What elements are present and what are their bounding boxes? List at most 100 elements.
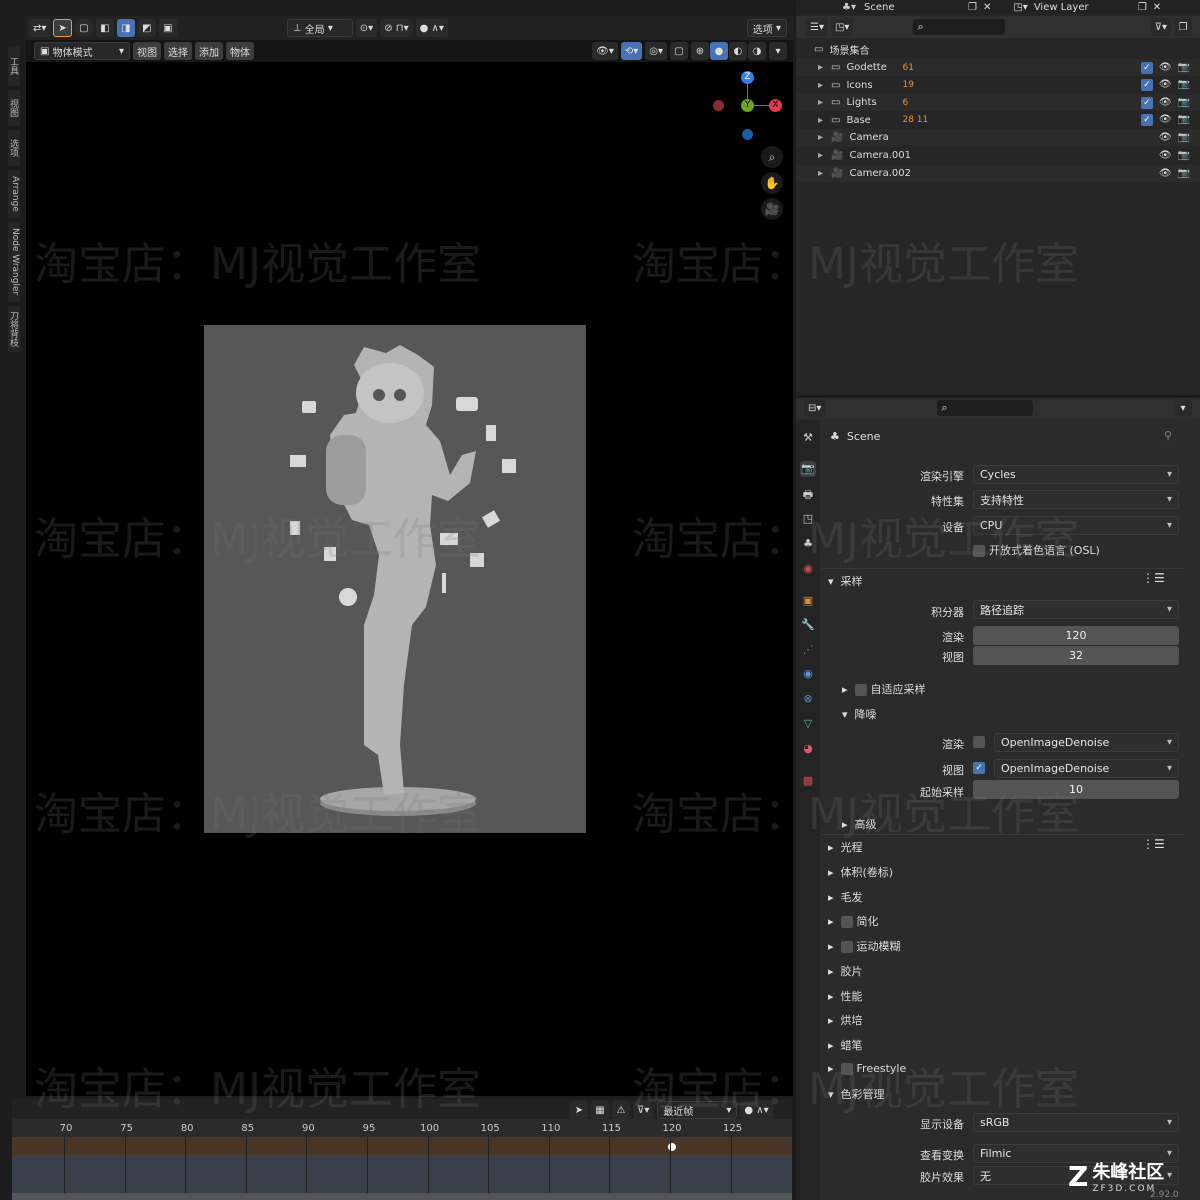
tab-node-wrangler[interactable]: Node Wrangler — [8, 222, 20, 302]
proportional-edit-icon[interactable]: ● ∧▾ — [415, 19, 448, 37]
outliner-row[interactable]: ▸ 🎥 Camera.001 👁 📷 — [796, 147, 1200, 164]
menu-select[interactable]: 选择 — [164, 42, 192, 60]
timeline-view-icon[interactable]: ▦ — [591, 1101, 609, 1119]
overlay-icon[interactable]: ◎▾ — [645, 42, 667, 60]
camera-frame[interactable] — [204, 325, 586, 833]
timeline-select-icon[interactable]: ➤ — [570, 1101, 588, 1119]
exclude-checkbox[interactable]: ✓ — [1140, 96, 1153, 109]
snap-icon[interactable]: ⊘ ⊓▾ — [380, 19, 413, 37]
physics-tab-icon[interactable]: ◉ — [800, 666, 816, 682]
xray-icon[interactable]: ▢ — [670, 42, 688, 60]
material-shading-icon[interactable]: ◐ — [729, 42, 747, 60]
denoise-view-checkbox[interactable]: ✓ — [973, 761, 989, 774]
menu-view[interactable]: 视图 — [133, 42, 161, 60]
close-view-layer-icon[interactable]: ✕ — [1153, 2, 1161, 13]
view-layer-name[interactable]: View Layer — [1034, 2, 1138, 13]
outliner-row[interactable]: ▸ 🎥 Camera 👁 📷 — [796, 129, 1200, 147]
gizmo-neg-x[interactable] — [713, 100, 724, 111]
properties-editor-type-icon[interactable]: ⊟▾ — [804, 399, 826, 417]
render-tab-icon[interactable]: 📷 — [800, 461, 816, 477]
menu-add[interactable]: 添加 — [195, 42, 223, 60]
outliner-row[interactable]: ▸ ▭ Lights 6 ✓ 👁 📷 — [796, 94, 1200, 112]
new-collection-icon[interactable]: ❐ — [1174, 18, 1192, 36]
render-camera-icon[interactable]: 📷 — [1178, 150, 1190, 161]
render-engine-select[interactable]: Cycles ▾ — [973, 465, 1179, 484]
eye-icon[interactable]: 👁 — [1159, 79, 1172, 91]
select-mode-new-icon[interactable]: ▢ — [74, 19, 93, 37]
hair-section[interactable]: ▸ 毛发 — [828, 889, 863, 905]
transform-orientation-select[interactable]: ⊥ 全局 ▾ — [286, 19, 353, 37]
exclude-checkbox[interactable]: ✓ — [1140, 61, 1153, 74]
solid-shading-icon[interactable]: ● — [710, 42, 728, 60]
options-button[interactable]: 选项 ▾ — [746, 19, 787, 37]
properties-search-input[interactable]: ⌕ — [937, 400, 1034, 416]
particles-tab-icon[interactable]: ⋰ — [800, 642, 816, 658]
tab-arrange[interactable]: Arrange — [8, 170, 20, 218]
data-tab-icon[interactable]: ▽ — [800, 716, 816, 732]
expand-arrow-icon[interactable]: ▸ — [818, 97, 823, 108]
pivot-icon[interactable]: ⊙▾ — [355, 19, 378, 37]
viewport-samples-field[interactable]: 32 — [973, 646, 1179, 665]
select-mode-intersect-icon[interactable]: ▣ — [158, 19, 177, 37]
light-paths-presets-icon[interactable]: ⋮☰ — [1142, 837, 1165, 851]
select-mode-subtract-icon[interactable]: ◨ — [116, 19, 135, 37]
outliner-row[interactable]: ▸ ▭ Godette 61 ✓ 👁 📷 — [796, 59, 1200, 76]
simplify-checkbox[interactable] — [840, 916, 853, 928]
render-camera-icon[interactable]: 📷 — [1178, 62, 1190, 74]
gizmo-toggle-icon[interactable]: ⟲▾ — [620, 42, 643, 60]
tab-options[interactable]: 选项 — [8, 130, 20, 166]
motion-blur-section[interactable]: ▸ 运动模糊 — [828, 938, 901, 954]
timeline-scrollbar[interactable] — [12, 1193, 792, 1200]
integrator-select[interactable]: 路径追踪 ▾ — [973, 600, 1179, 619]
eye-icon[interactable]: 👁 — [1159, 132, 1172, 143]
scene-name[interactable]: Scene — [864, 2, 964, 13]
select-tool-icon[interactable]: ➤ — [53, 19, 72, 37]
gizmo-z-axis[interactable]: Z — [741, 71, 754, 84]
render-camera-icon[interactable]: 📷 — [1178, 97, 1190, 109]
eye-icon[interactable]: 👁 — [1159, 62, 1172, 74]
new-view-layer-icon[interactable]: ❐ — [1138, 2, 1147, 13]
expand-arrow-icon[interactable]: ▸ — [818, 80, 823, 91]
gizmo-x-axis[interactable]: X — [769, 99, 782, 112]
pan-hand-icon[interactable]: ✋ — [761, 172, 783, 194]
render-camera-icon[interactable]: 📷 — [1178, 132, 1190, 143]
object-tab-icon[interactable]: ▣ — [800, 593, 816, 609]
tab-tool[interactable]: 工具 — [8, 46, 20, 86]
select-mode-invert-icon[interactable]: ◩ — [137, 19, 156, 37]
simplify-section[interactable]: ▸ 简化 — [828, 913, 879, 929]
eye-icon[interactable]: 👁 — [1159, 97, 1172, 109]
motion-blur-checkbox[interactable] — [840, 941, 853, 953]
outliner-row[interactable]: ▸ ▭ Base 28 11 ✓ 👁 📷 — [796, 112, 1200, 129]
output-tab-icon[interactable]: 🖶 — [800, 487, 816, 503]
tab-view[interactable]: 视图 — [8, 90, 20, 126]
exclude-checkbox[interactable]: ✓ — [1140, 114, 1153, 127]
performance-section[interactable]: ▸ 性能 — [828, 988, 863, 1004]
pin-icon[interactable]: ⚲ — [1164, 429, 1172, 442]
expand-arrow-icon[interactable]: ▸ — [818, 115, 823, 126]
shading-options-icon[interactable]: ▾ — [769, 42, 787, 60]
outliner-search-input[interactable]: ⌕ — [913, 19, 1006, 35]
filter-icon[interactable]: ⊽▾ — [1150, 18, 1171, 36]
adaptive-sampling-subpanel[interactable]: ▸ 自适应采样 — [842, 681, 926, 697]
sampling-presets-icon[interactable]: ⋮☰ — [1142, 571, 1165, 585]
new-scene-icon[interactable]: ❐ — [968, 2, 977, 13]
constraints-tab-icon[interactable]: ⊗ — [800, 691, 816, 707]
bake-section[interactable]: ▸ 烘培 — [828, 1012, 863, 1028]
outliner-editor-type-icon[interactable]: ☰▾ — [806, 18, 828, 36]
render-camera-icon[interactable]: 📷 — [1178, 79, 1190, 91]
outliner-row[interactable]: ▸ 🎥 Camera.002 👁 📷 — [796, 164, 1200, 182]
camera-view-icon[interactable]: 🎥 — [761, 198, 783, 220]
outliner-row[interactable]: ▸ ▭ Icons 19 ✓ 👁 📷 — [796, 77, 1200, 94]
eye-icon[interactable]: 👁 — [1159, 114, 1172, 126]
gizmo-y-axis[interactable]: Y — [741, 99, 754, 112]
expand-arrow-icon[interactable]: ▸ — [818, 62, 823, 73]
menu-object[interactable]: 物体 — [226, 42, 254, 60]
properties-options-icon[interactable]: ▾ — [1174, 399, 1192, 417]
select-mode-extend-icon[interactable]: ◧ — [95, 19, 114, 37]
timeline-track[interactable] — [12, 1155, 792, 1193]
expand-arrow-icon[interactable]: ▸ — [818, 132, 823, 143]
expand-arrow-icon[interactable]: ▸ — [818, 150, 823, 161]
modifier-tab-icon[interactable]: 🔧 — [800, 617, 816, 633]
warning-icon[interactable]: ⚠ — [612, 1101, 630, 1119]
denoise-render-select[interactable]: OpenImageDenoise ▾ — [994, 733, 1179, 752]
